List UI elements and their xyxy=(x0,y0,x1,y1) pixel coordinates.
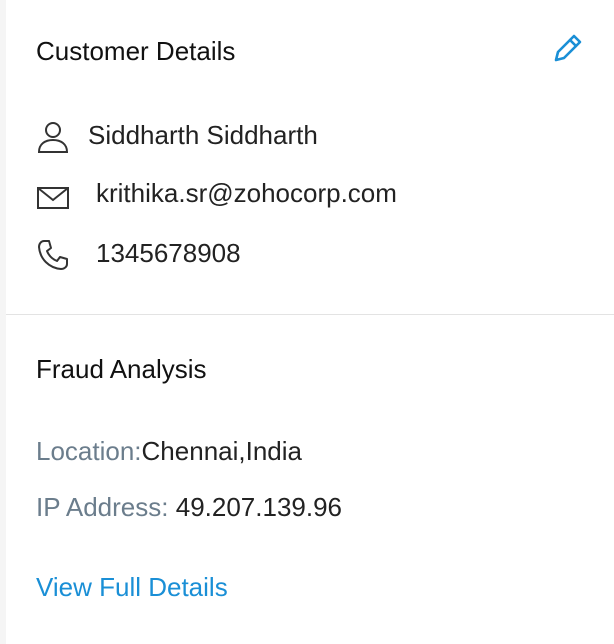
ip-address-value: 49.207.139.96 xyxy=(175,492,343,522)
ip-address-label: IP Address: xyxy=(36,492,169,522)
details-panel: Customer Details Siddharth Siddharth kri… xyxy=(6,0,614,644)
view-full-details-link[interactable]: View Full Details xyxy=(36,572,228,603)
pencil-icon xyxy=(554,34,582,62)
customer-phone: 1345678908 xyxy=(96,238,241,268)
location-value: Chennai,India xyxy=(141,436,302,466)
fraud-analysis-title: Fraud Analysis xyxy=(36,354,207,384)
location-label: Location: xyxy=(36,436,142,466)
ip-address-row: IP Address: 49.207.139.96 xyxy=(36,492,342,523)
mail-icon xyxy=(36,180,70,214)
user-icon xyxy=(36,120,70,154)
customer-email: krithika.sr@zohocorp.com xyxy=(96,178,397,208)
section-divider xyxy=(6,314,614,315)
edit-button[interactable] xyxy=(550,30,586,66)
phone-icon xyxy=(36,238,70,272)
location-row: Location:Chennai,India xyxy=(36,436,302,467)
customer-details-title: Customer Details xyxy=(36,36,236,66)
customer-name: Siddharth Siddharth xyxy=(88,120,318,150)
